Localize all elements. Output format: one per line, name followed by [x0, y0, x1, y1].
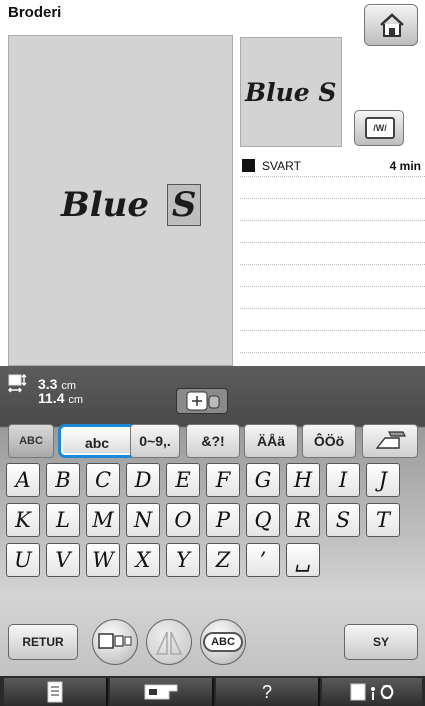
- tab-accented-a[interactable]: ÄÅä: [244, 424, 298, 458]
- size-height-readout: 11.4 cm: [38, 390, 83, 403]
- key-U[interactable]: U: [6, 543, 40, 577]
- size-height-unit: cm: [68, 394, 84, 403]
- footer-info-button[interactable]: [4, 678, 108, 706]
- tab-numbers[interactable]: 0~9,.: [130, 424, 180, 458]
- embroidery-preview-large: Blue S: [8, 35, 233, 366]
- embroidery-frame-icon: /W/: [365, 117, 395, 139]
- thread-row-empty: [240, 309, 425, 331]
- eraser-icon: [375, 431, 406, 449]
- text-edit-button[interactable]: ABC: [200, 619, 246, 665]
- key-L[interactable]: L: [46, 503, 80, 537]
- tab-accented-o[interactable]: ÔÖö: [302, 424, 356, 458]
- mirror-button[interactable]: [146, 619, 192, 665]
- key-M[interactable]: M: [86, 503, 120, 537]
- thread-row-empty: [240, 331, 425, 353]
- key-E[interactable]: E: [166, 463, 200, 497]
- size-height-value: 11.4: [38, 390, 65, 403]
- footer-settings-button[interactable]: [322, 678, 422, 706]
- key-Q[interactable]: Q: [246, 503, 280, 537]
- preview-text-large: Blue S: [61, 184, 202, 226]
- home-icon: [380, 13, 404, 37]
- key-R[interactable]: R: [286, 503, 320, 537]
- sewing-machine-icon: [144, 684, 178, 700]
- character-keyboard: A B C D E F G H I J K L M N O P Q R S T …: [6, 463, 419, 591]
- key-X[interactable]: X: [126, 543, 160, 577]
- key-P[interactable]: P: [206, 503, 240, 537]
- thread-name: SVART: [262, 159, 301, 173]
- key-A[interactable]: A: [6, 463, 40, 497]
- key-space[interactable]: ␣: [286, 543, 320, 577]
- array-icon: [98, 633, 132, 649]
- preview-text-main: Blue: [61, 185, 150, 225]
- tab-uppercase[interactable]: ABC: [8, 424, 54, 458]
- tab-symbols[interactable]: &?!: [186, 424, 240, 458]
- key-H[interactable]: H: [286, 463, 320, 497]
- key-O[interactable]: O: [166, 503, 200, 537]
- key-F[interactable]: F: [206, 463, 240, 497]
- frame-display-button[interactable]: /W/: [354, 110, 404, 146]
- thread-row-empty: [240, 287, 425, 309]
- key-N[interactable]: N: [126, 503, 160, 537]
- key-K[interactable]: K: [6, 503, 40, 537]
- page-title: Broderi: [8, 4, 62, 21]
- footer-machine-button[interactable]: [110, 678, 214, 706]
- key-I[interactable]: I: [326, 463, 360, 497]
- embroidery-preview-small: Blue S: [240, 37, 342, 147]
- tab-lowercase[interactable]: abc: [58, 424, 136, 458]
- array-button[interactable]: [92, 619, 138, 665]
- key-G[interactable]: G: [246, 463, 280, 497]
- size-icon: [8, 374, 30, 393]
- key-J[interactable]: J: [366, 463, 400, 497]
- key-S[interactable]: S: [326, 503, 360, 537]
- key-C[interactable]: C: [86, 463, 120, 497]
- key-B[interactable]: B: [46, 463, 80, 497]
- key-T[interactable]: T: [366, 503, 400, 537]
- key-D[interactable]: D: [126, 463, 160, 497]
- abc-label: ABC: [203, 632, 243, 652]
- help-label: ?: [261, 682, 272, 702]
- footer-bar: ?: [0, 676, 425, 706]
- text-array-icon: [186, 391, 220, 411]
- thread-row-empty: [240, 221, 425, 243]
- set-button[interactable]: SY: [344, 624, 418, 660]
- delete-button[interactable]: [362, 424, 418, 458]
- key-W[interactable]: W: [86, 543, 120, 577]
- thread-row-empty: [240, 243, 425, 265]
- key-apostrophe[interactable]: ’: [246, 543, 280, 577]
- thread-row-empty: [240, 265, 425, 287]
- thread-row-empty: [240, 177, 425, 199]
- thread-color-list: SVART 4 min: [240, 155, 425, 365]
- thread-color-swatch: [242, 159, 255, 172]
- preview-text-small: Blue S: [245, 78, 337, 107]
- key-Z[interactable]: Z: [206, 543, 240, 577]
- document-icon: [47, 681, 63, 703]
- footer-help-button[interactable]: ?: [216, 678, 320, 706]
- mirror-icon: [155, 631, 183, 655]
- cursor-character: S: [166, 184, 202, 226]
- thread-time: 4 min: [389, 159, 421, 173]
- key-Y[interactable]: Y: [166, 543, 200, 577]
- return-button[interactable]: RETUR: [8, 624, 78, 660]
- thread-row-empty: [240, 199, 425, 221]
- text-array-button[interactable]: [176, 388, 228, 414]
- home-button[interactable]: [364, 4, 418, 46]
- key-V[interactable]: V: [46, 543, 80, 577]
- thread-row: SVART 4 min: [240, 155, 425, 177]
- character-input-panel: 3.3 cm 11.4 cm ABC abc 0~9,. &?! ÄÅä ÔÖö…: [0, 366, 425, 676]
- settings-icon: [350, 683, 394, 701]
